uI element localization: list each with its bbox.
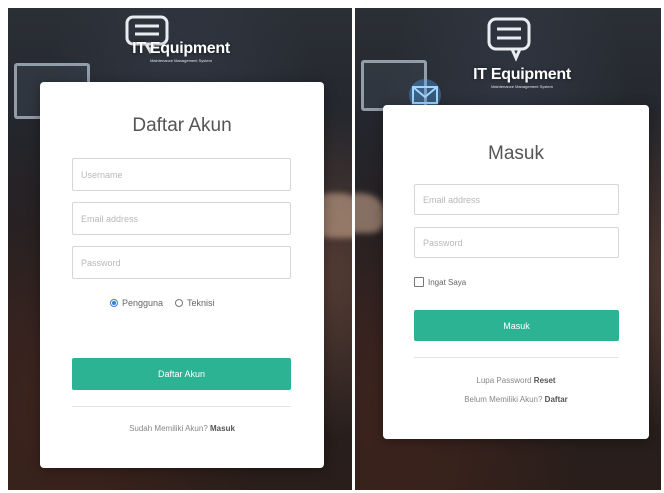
login-prompt-text: Sudah Memiliki Akun? bbox=[129, 424, 208, 433]
brand-title: IT Equipment bbox=[132, 40, 230, 57]
register-link[interactable]: Daftar bbox=[545, 395, 568, 404]
password-input[interactable] bbox=[72, 246, 291, 279]
role-radio-group: Pengguna Teknisi bbox=[110, 298, 215, 308]
radio-unselected-icon[interactable] bbox=[175, 299, 184, 307]
reset-link[interactable]: Reset bbox=[534, 376, 556, 385]
login-title: Masuk bbox=[488, 143, 544, 164]
remember-me[interactable]: Ingat Saya bbox=[414, 277, 466, 287]
role-option-teknisi[interactable]: Teknisi bbox=[175, 298, 215, 308]
role-option-label: Pengguna bbox=[122, 298, 164, 308]
register-submit-button[interactable]: Daftar Akun bbox=[72, 358, 291, 390]
remember-label: Ingat Saya bbox=[428, 277, 467, 287]
brand-title: IT Equipment bbox=[473, 66, 571, 83]
register-prompt-text: Belum Memiliki Akun? bbox=[464, 395, 543, 404]
username-input[interactable] bbox=[72, 158, 291, 191]
brand-logo: IT Equipment Maintenance Management Syst… bbox=[126, 40, 236, 63]
register-title: Daftar Akun bbox=[132, 115, 232, 136]
radio-selected-icon[interactable] bbox=[110, 299, 118, 307]
forgot-password-row: Lupa Password Reset bbox=[383, 376, 649, 385]
email-input[interactable] bbox=[72, 202, 291, 235]
divider bbox=[72, 406, 291, 407]
role-option-label: Teknisi bbox=[187, 298, 215, 308]
role-option-pengguna[interactable]: Pengguna bbox=[110, 298, 163, 308]
register-screen: IT Equipment Maintenance Management Syst… bbox=[8, 8, 352, 490]
login-card: Masuk Ingat Saya Masuk Lupa Password Res… bbox=[383, 105, 649, 439]
login-prompt: Sudah Memiliki Akun? Masuk bbox=[40, 424, 324, 433]
brand-subtitle: Maintenance Management System bbox=[491, 84, 553, 89]
brand-logo: IT Equipment Maintenance Management Syst… bbox=[467, 66, 577, 89]
login-submit-button[interactable]: Masuk bbox=[414, 310, 619, 341]
divider bbox=[414, 357, 619, 358]
forgot-password-text: Lupa Password bbox=[476, 376, 532, 385]
brand-subtitle: Maintenance Management System bbox=[150, 58, 212, 63]
register-card: Daftar Akun Pengguna Teknisi Daftar Akun… bbox=[40, 82, 324, 468]
chat-icon bbox=[487, 17, 531, 62]
password-input[interactable] bbox=[414, 227, 619, 258]
login-screen: IT Equipment Maintenance Management Syst… bbox=[355, 8, 661, 490]
login-link[interactable]: Masuk bbox=[210, 424, 235, 433]
email-input[interactable] bbox=[414, 184, 619, 215]
remember-checkbox[interactable] bbox=[414, 277, 424, 287]
register-prompt: Belum Memiliki Akun? Daftar bbox=[383, 395, 649, 404]
